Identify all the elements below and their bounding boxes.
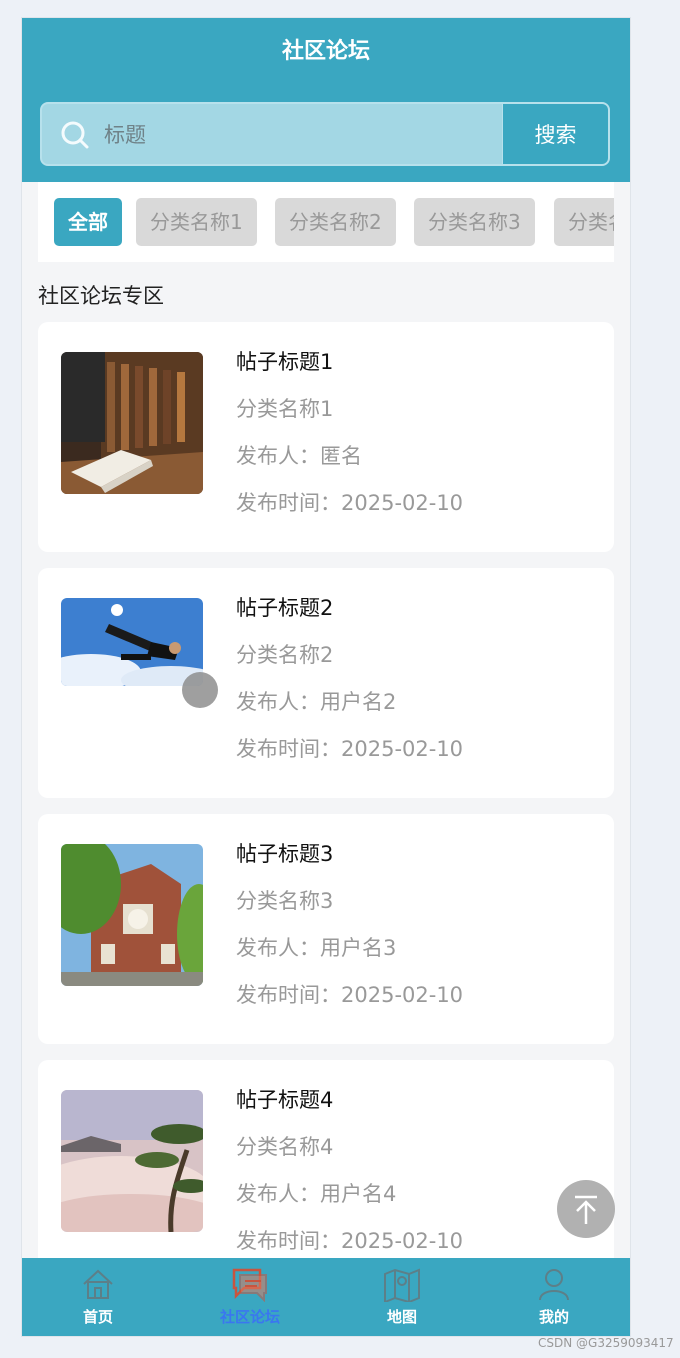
arrow-up-icon	[575, 1195, 597, 1224]
tab-map[interactable]: 地图	[342, 1266, 462, 1327]
post-card[interactable]: 帖子标题3 分类名称3 发布人：用户名3 发布时间：2025-02-10	[38, 814, 614, 1044]
post-info: 帖子标题2 分类名称2 发布人：用户名2 发布时间：2025-02-10	[236, 590, 463, 767]
post-author: 发布人：用户名3	[236, 936, 397, 960]
post-title: 帖子标题4	[236, 1088, 334, 1112]
search-input[interactable]	[102, 104, 496, 164]
post-thumbnail	[61, 844, 203, 986]
map-icon	[384, 1268, 420, 1302]
category-tab-1[interactable]: 分类名称1	[136, 198, 257, 246]
category-tab-4[interactable]: 分类名称4	[554, 198, 614, 246]
post-category: 分类名称2	[236, 643, 334, 667]
post-thumbnail	[61, 352, 203, 494]
category-tabs: 全部 分类名称1 分类名称2 分类名称3 分类名称4	[38, 182, 614, 262]
tab-mine[interactable]: 我的	[494, 1266, 614, 1327]
post-category: 分类名称1	[236, 397, 334, 421]
category-tab-3[interactable]: 分类名称3	[414, 198, 535, 246]
tab-label: 我的	[538, 1308, 569, 1326]
post-time: 发布时间：2025-02-10	[236, 983, 464, 1007]
post-title: 帖子标题1	[236, 350, 334, 374]
page-title: 社区论坛	[281, 39, 370, 64]
category-tab-all[interactable]: 全部	[54, 198, 122, 246]
post-author: 发布人：用户名2	[236, 690, 397, 714]
post-category: 分类名称3	[236, 889, 334, 913]
post-info: 帖子标题4 分类名称4 发布人：用户名4 发布时间：2025-02-10	[236, 1082, 463, 1259]
touch-indicator	[182, 672, 218, 708]
post-author: 发布人：匿名	[236, 444, 362, 468]
tab-forum[interactable]: 社区论坛	[190, 1266, 310, 1327]
app-header: 社区论坛 搜索	[22, 18, 630, 182]
post-thumbnail	[61, 1090, 203, 1232]
tab-home[interactable]: 首页	[38, 1266, 158, 1327]
post-info: 帖子标题1 分类名称1 发布人：匿名 发布时间：2025-02-10	[236, 344, 463, 521]
post-author: 发布人：用户名4	[236, 1182, 397, 1206]
post-card[interactable]: 帖子标题4 分类名称4 发布人：用户名4 发布时间：2025-02-10	[38, 1060, 614, 1290]
tab-label: 首页	[82, 1308, 113, 1326]
user-icon	[539, 1269, 569, 1301]
post-category: 分类名称4	[236, 1135, 334, 1159]
post-thumbnail	[61, 598, 203, 686]
forum-icon	[232, 1268, 267, 1302]
post-title: 帖子标题2	[236, 596, 334, 620]
post-card[interactable]: 帖子标题1 分类名称1 发布人：匿名 发布时间：2025-02-10	[38, 322, 614, 552]
watermark: CSDN @G3259093417	[538, 1336, 674, 1350]
back-to-top-button[interactable]	[557, 1180, 615, 1238]
tab-label: 社区论坛	[219, 1308, 280, 1326]
post-time: 发布时间：2025-02-10	[236, 737, 464, 761]
home-icon	[83, 1269, 113, 1299]
category-tab-2[interactable]: 分类名称2	[275, 198, 396, 246]
search-bar: 搜索	[40, 102, 610, 166]
section-title: 社区论坛专区	[38, 284, 164, 308]
post-time: 发布时间：2025-02-10	[236, 1229, 464, 1253]
bottom-tab-bar: 首页 社区论坛 地图 我的	[22, 1258, 630, 1336]
post-time: 发布时间：2025-02-10	[236, 491, 464, 515]
search-button[interactable]: 搜索	[502, 104, 608, 164]
tab-label: 地图	[386, 1308, 417, 1326]
post-title: 帖子标题3	[236, 842, 334, 866]
app-screen: 社区论坛 搜索 全部 分类名称1 分类名称2 分类名称3 分类名称4 社区论坛专…	[22, 18, 630, 1336]
post-info: 帖子标题3 分类名称3 发布人：用户名3 发布时间：2025-02-10	[236, 836, 463, 1013]
post-card[interactable]: 帖子标题2 分类名称2 发布人：用户名2 发布时间：2025-02-10	[38, 568, 614, 798]
search-icon	[60, 120, 90, 150]
